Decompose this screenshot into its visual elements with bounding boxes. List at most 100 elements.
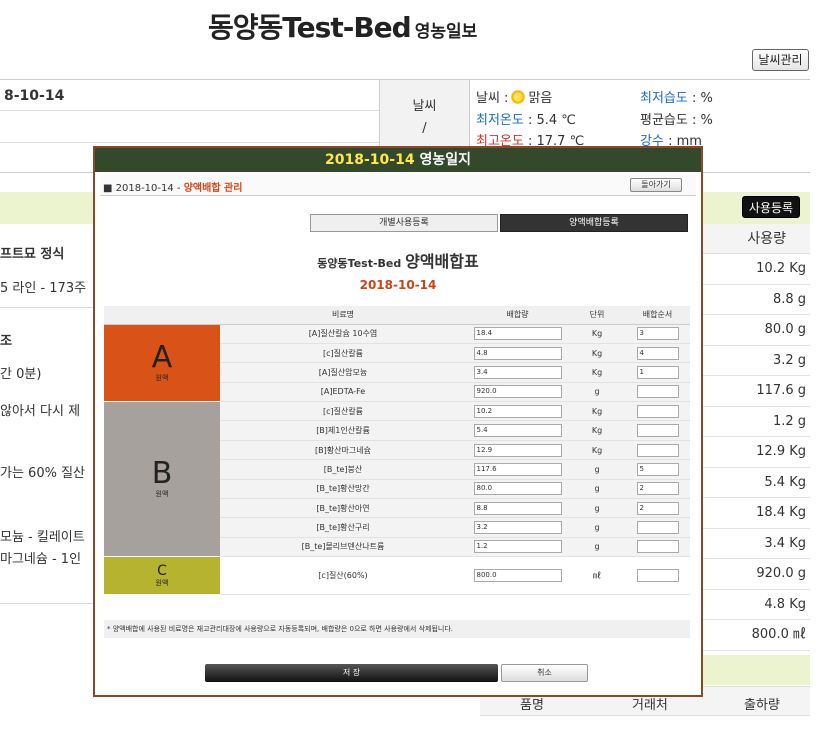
amount-input[interactable]: 18.4 <box>473 327 562 341</box>
group-letter: C <box>157 562 167 579</box>
order-cell <box>625 556 690 596</box>
order-input[interactable] <box>636 385 679 399</box>
order-cell: 3 <box>625 324 690 344</box>
unit-cell: g <box>569 498 625 519</box>
amount-input[interactable]: 3.2 <box>473 521 562 535</box>
order-input[interactable] <box>636 569 679 583</box>
usage-value: 5.4 Kg <box>701 468 810 498</box>
amount-cell: 3.2 <box>466 517 569 538</box>
group-letter: A <box>151 339 173 375</box>
col-amount: 배합량 <box>466 306 569 325</box>
order-input[interactable]: 4 <box>636 346 679 360</box>
order-input[interactable]: 3 <box>636 327 679 341</box>
order-cell <box>625 420 690 441</box>
weather-sky: 날씨 : 맑음 <box>476 87 552 106</box>
order-input[interactable] <box>636 404 679 418</box>
amount-input[interactable]: 1.2 <box>473 540 562 554</box>
order-cell: 2 <box>625 479 690 500</box>
mix-table: 비료명 배합량 단위 배합순서 A 원액 [A]질산칼슘 10수염 18.4 Kg 3 [c… <box>104 306 690 596</box>
unit-cell: Kg <box>569 362 625 383</box>
order-input[interactable]: 2 <box>636 482 679 496</box>
amount-cell: 117.6 <box>466 459 569 480</box>
sheet-date: 2018-10-14 <box>359 278 437 292</box>
order-input[interactable]: 1 <box>636 365 679 379</box>
back-button[interactable]: 돌아가기 <box>630 178 682 192</box>
amount-input[interactable]: 3.4 <box>473 365 562 379</box>
save-button[interactable]: 저 장 <box>205 664 498 682</box>
report-date: 8-10-14 <box>4 88 65 104</box>
amount-input[interactable]: 5.4 <box>473 424 562 438</box>
amount-input[interactable]: 117.6 <box>473 462 562 476</box>
unit-cell: Kg <box>569 324 625 344</box>
left-text-fragment: 않아서 다시 제 <box>0 404 81 419</box>
min-humidity-link[interactable]: 최저습도 <box>640 91 688 106</box>
amount-input[interactable]: 4.8 <box>473 346 562 360</box>
amount-input[interactable]: 8.8 <box>473 501 562 515</box>
weather-cell-slash: / <box>422 121 427 136</box>
amount-cell: 3.4 <box>466 362 569 383</box>
amount-cell: 920.0 <box>466 382 569 403</box>
group-label: 원액 <box>155 490 169 499</box>
usage-value: 80.0 g <box>701 315 810 346</box>
tab-nutrient-mix[interactable]: 양액배합등록 <box>500 214 688 232</box>
weather-min-temp: 최저온도 : 5.4 ℃ <box>476 109 576 128</box>
order-input[interactable] <box>636 540 679 554</box>
tab-individual-usage[interactable]: 개별사용등록 <box>310 214 498 232</box>
fert-name-cell: [B_te]황산망간 <box>220 479 466 500</box>
min-temp-link[interactable]: 최저온도 <box>476 113 524 128</box>
amount-input[interactable]: 920.0 <box>473 385 562 399</box>
modal-title: 2018-10-14 영농일지 <box>95 148 701 172</box>
order-cell <box>625 517 690 538</box>
fert-name-cell: [B]황산마그네슘 <box>220 440 466 461</box>
divider <box>0 307 95 308</box>
min-humidity-value: : % <box>691 91 713 106</box>
modal-content: ■ 2018-10-14 - 양액배합 관리 돌아가기 개별사용등록 양액배합등… <box>100 174 696 694</box>
order-input[interactable] <box>636 424 679 438</box>
fert-name-cell: [c]질산칼륨 <box>220 343 466 364</box>
unit-cell: Kg <box>569 440 625 461</box>
unit-cell: g <box>569 479 625 500</box>
usage-value: 800.0 ㎖ <box>701 620 810 651</box>
group-cell: B 원액 <box>104 401 220 558</box>
usage-value: 3.4 Kg <box>701 529 810 559</box>
order-input[interactable] <box>636 443 679 457</box>
order-input[interactable] <box>636 521 679 535</box>
table-row: B 원액 [c]질산칼륨 10.2 Kg <box>104 401 690 558</box>
modal-title-text: 영농일지 <box>419 152 471 168</box>
group-label: 원액 <box>155 578 169 587</box>
amount-cell: 5.4 <box>466 420 569 441</box>
usage-value: 12.9 Kg <box>701 437 810 468</box>
weather-avg-humidity: 평균습도 : % <box>640 109 713 128</box>
left-text-fragment: 마그네슘 - 1인 <box>0 552 82 567</box>
amount-input[interactable]: 12.9 <box>473 443 562 457</box>
amount-input[interactable]: 10.2 <box>473 404 562 418</box>
amount-input[interactable]: 80.0 <box>473 482 562 496</box>
amount-input[interactable]: 800.0 <box>473 569 562 583</box>
use-register-button[interactable]: 사용등록 <box>742 196 800 218</box>
usage-value: 10.2 Kg <box>701 254 810 285</box>
sheet-title: 동양동Test-Bed 양액배합표 <box>100 248 696 272</box>
cancel-button[interactable]: 취소 <box>501 664 588 682</box>
weather-manage-button[interactable]: 날씨관리 <box>752 49 809 71</box>
divider <box>0 142 380 143</box>
order-cell <box>625 537 690 558</box>
group-cell: A 원액 <box>104 324 220 403</box>
unit-cell: Kg <box>569 401 625 422</box>
fert-name-cell: [B]제1인산칼륨 <box>220 420 466 441</box>
order-input[interactable]: 2 <box>636 501 679 515</box>
unit-cell: ㎖ <box>569 556 625 596</box>
order-cell <box>625 401 690 422</box>
usage-header: 사용량 <box>701 224 810 254</box>
order-cell: 5 <box>625 459 690 480</box>
sun-icon <box>511 90 526 104</box>
fert-name-cell: [B_te]붕산 <box>220 459 466 480</box>
amount-cell: 10.2 <box>466 401 569 422</box>
order-cell <box>625 382 690 403</box>
order-input[interactable]: 5 <box>636 462 679 476</box>
unit-cell: g <box>569 517 625 538</box>
fert-name-cell: [B_te]몰리브덴산나트륨 <box>220 537 466 558</box>
fert-name-cell: [c]질산칼륨 <box>220 401 466 422</box>
unit-cell: Kg <box>569 343 625 364</box>
col-shipment: 출하량 <box>744 698 780 713</box>
usage-value: 3.2 g <box>701 346 810 376</box>
